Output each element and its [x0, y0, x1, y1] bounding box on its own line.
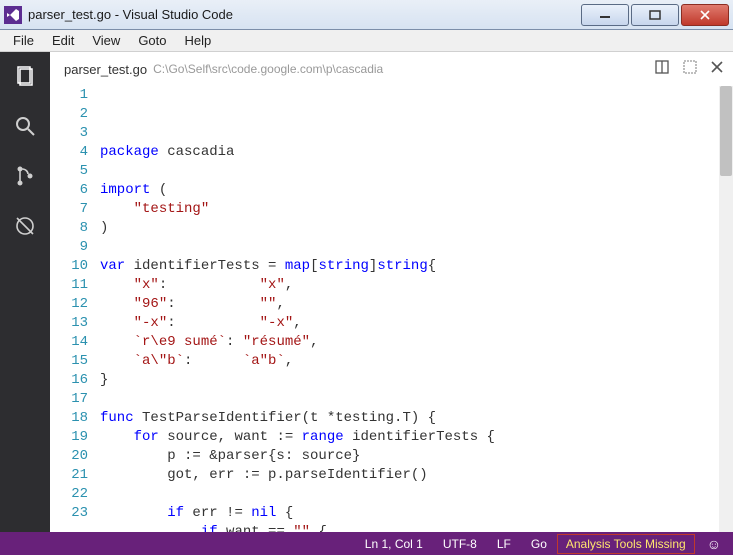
line-number: 23	[50, 504, 88, 523]
window-title: parser_test.go - Visual Studio Code	[28, 7, 233, 22]
titlebar: parser_test.go - Visual Studio Code	[0, 0, 733, 30]
status-eol[interactable]: LF	[487, 537, 521, 551]
close-button[interactable]	[681, 4, 729, 26]
status-warning[interactable]: Analysis Tools Missing	[557, 534, 695, 554]
code-line[interactable]: got, err := p.parseIdentifier()	[100, 466, 733, 485]
line-number: 6	[50, 181, 88, 200]
code-editor[interactable]: 1234567891011121314151617181920212223 pa…	[50, 86, 733, 532]
source-control-icon[interactable]	[11, 162, 39, 190]
line-number: 7	[50, 200, 88, 219]
maximize-button[interactable]	[631, 4, 679, 26]
feedback-icon[interactable]: ☺	[699, 536, 729, 552]
menu-goto[interactable]: Goto	[129, 31, 175, 50]
close-editor-icon[interactable]	[711, 61, 723, 76]
editor-area: parser_test.go C:\Go\Self\src\code.googl…	[50, 52, 733, 532]
editor-tab-bar: parser_test.go C:\Go\Self\src\code.googl…	[50, 52, 733, 86]
line-number: 3	[50, 124, 88, 143]
explorer-icon[interactable]	[11, 62, 39, 90]
vertical-scrollbar[interactable]	[719, 86, 733, 532]
window-controls	[579, 4, 729, 26]
search-icon[interactable]	[11, 112, 39, 140]
code-line[interactable]: if want == "" {	[100, 523, 733, 532]
code-line[interactable]: "96": "",	[100, 295, 733, 314]
code-line[interactable]	[100, 162, 733, 181]
line-number: 15	[50, 352, 88, 371]
status-position[interactable]: Ln 1, Col 1	[355, 537, 433, 551]
code-line[interactable]: `a\"b`: `a"b`,	[100, 352, 733, 371]
status-language[interactable]: Go	[521, 537, 557, 551]
code-line[interactable]: package cascadia	[100, 143, 733, 162]
code-line[interactable]: func TestParseIdentifier(t *testing.T) {	[100, 409, 733, 428]
code-line[interactable]: "-x": "-x",	[100, 314, 733, 333]
menu-file[interactable]: File	[4, 31, 43, 50]
line-number: 11	[50, 276, 88, 295]
line-number: 17	[50, 390, 88, 409]
scrollbar-thumb[interactable]	[720, 86, 732, 176]
menu-view[interactable]: View	[83, 31, 129, 50]
code-line[interactable]: p := &parser{s: source}	[100, 447, 733, 466]
code-line[interactable]: `r\e9 sumé`: "résumé",	[100, 333, 733, 352]
line-number: 16	[50, 371, 88, 390]
code-line[interactable]: import (	[100, 181, 733, 200]
code-line[interactable]: "testing"	[100, 200, 733, 219]
code-line[interactable]	[100, 390, 733, 409]
code-line[interactable]: var identifierTests = map[string]string{	[100, 257, 733, 276]
line-number: 20	[50, 447, 88, 466]
line-number: 1	[50, 86, 88, 105]
line-number-gutter: 1234567891011121314151617181920212223	[50, 86, 100, 532]
vscode-icon	[4, 6, 22, 24]
tab-filename[interactable]: parser_test.go	[64, 62, 147, 77]
debug-icon[interactable]	[11, 212, 39, 240]
code-content[interactable]: package cascadia import ( "testing") var i…	[100, 86, 733, 532]
code-line[interactable]: if err != nil {	[100, 504, 733, 523]
code-line[interactable]	[100, 485, 733, 504]
split-editor-icon[interactable]	[655, 60, 669, 77]
status-bar: Ln 1, Col 1 UTF-8 LF Go Analysis Tools M…	[0, 532, 733, 555]
line-number: 4	[50, 143, 88, 162]
line-number: 18	[50, 409, 88, 428]
line-number: 9	[50, 238, 88, 257]
code-line[interactable]: }	[100, 371, 733, 390]
menubar: File Edit View Goto Help	[0, 30, 733, 52]
line-number: 14	[50, 333, 88, 352]
line-number: 13	[50, 314, 88, 333]
status-encoding[interactable]: UTF-8	[433, 537, 487, 551]
minimize-button[interactable]	[581, 4, 629, 26]
line-number: 12	[50, 295, 88, 314]
tab-filepath: C:\Go\Self\src\code.google.com\p\cascadi…	[153, 62, 383, 76]
menu-edit[interactable]: Edit	[43, 31, 83, 50]
current-line-highlight	[100, 86, 719, 105]
line-number: 8	[50, 219, 88, 238]
code-line[interactable]: for source, want := range identifierTest…	[100, 428, 733, 447]
line-number: 21	[50, 466, 88, 485]
editor-actions	[655, 60, 723, 77]
line-number: 10	[50, 257, 88, 276]
more-actions-icon[interactable]	[683, 60, 697, 77]
menu-help[interactable]: Help	[176, 31, 221, 50]
code-line[interactable]	[100, 238, 733, 257]
line-number: 22	[50, 485, 88, 504]
code-line[interactable]: "x": "x",	[100, 276, 733, 295]
code-line[interactable]: )	[100, 219, 733, 238]
activity-bar	[0, 52, 50, 532]
line-number: 2	[50, 105, 88, 124]
line-number: 5	[50, 162, 88, 181]
line-number: 19	[50, 428, 88, 447]
